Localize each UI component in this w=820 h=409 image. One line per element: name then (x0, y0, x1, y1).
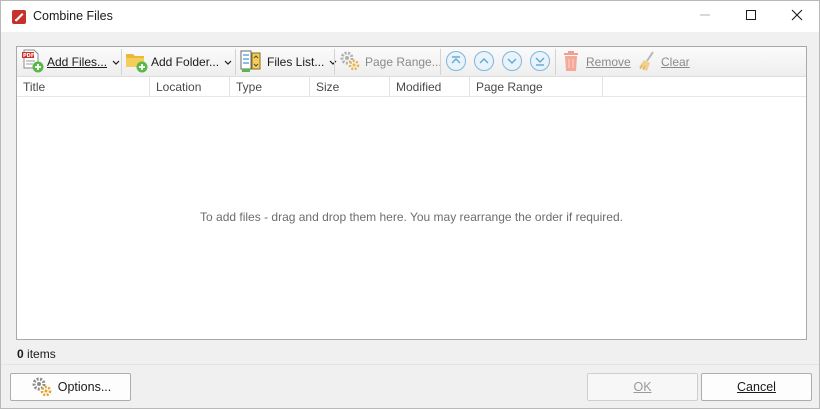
add-files-label: Add Files... (47, 55, 108, 69)
gears-icon (30, 375, 54, 399)
item-count-suffix: items (27, 347, 56, 361)
page-range-button[interactable]: Page Range... (338, 49, 442, 75)
ok-label: OK (633, 380, 652, 394)
column-header-size[interactable]: Size (310, 77, 390, 97)
combine-files-dialog: Combine Files PDF Add Files... Add Folde… (0, 0, 820, 409)
chevron-down-icon (112, 55, 120, 69)
toolbar: PDF Add Files... Add Folder... Files Lis… (17, 47, 806, 77)
options-button[interactable]: Options... (10, 373, 131, 401)
page-range-label: Page Range... (365, 55, 442, 69)
move-to-bottom-button[interactable] (529, 49, 551, 75)
files-panel: PDF Add Files... Add Folder... Files Lis… (16, 46, 807, 340)
column-header-modified[interactable]: Modified (390, 77, 470, 97)
toolbar-separator (121, 49, 122, 75)
add-folder-button[interactable]: Add Folder... (125, 49, 232, 75)
pdf-app-icon (11, 9, 27, 25)
files-list-button[interactable]: Files List... (239, 49, 337, 75)
column-header-title[interactable]: Title (17, 77, 150, 97)
file-list-header: Title Location Type Size Modified Page R… (17, 77, 806, 97)
close-button[interactable] (774, 1, 820, 32)
toolbar-separator (555, 49, 556, 75)
files-list-icon (239, 49, 263, 76)
move-to-top-icon (445, 50, 467, 75)
options-label: Options... (57, 380, 112, 394)
remove-button[interactable]: Remove (560, 49, 631, 75)
add-pdf-file-icon: PDF (21, 49, 45, 76)
footer-divider (1, 364, 819, 365)
move-to-top-button[interactable] (445, 49, 467, 75)
move-up-button[interactable] (473, 49, 495, 75)
toolbar-separator (334, 49, 335, 75)
move-down-button[interactable] (501, 49, 523, 75)
column-header-location[interactable]: Location (150, 77, 230, 97)
maximize-button[interactable] (728, 1, 774, 32)
close-icon (791, 9, 803, 24)
clear-label: Clear (661, 55, 690, 69)
item-count-number: 0 (17, 347, 24, 361)
column-header-page-range[interactable]: Page Range (470, 77, 603, 97)
clear-button[interactable]: Clear (636, 49, 690, 75)
add-folder-icon (125, 49, 149, 76)
trash-icon (560, 50, 582, 75)
add-folder-label: Add Folder... (151, 55, 220, 69)
window-title: Combine Files (33, 9, 113, 23)
item-count: 0 items (17, 347, 56, 361)
toolbar-separator (235, 49, 236, 75)
minimize-button[interactable] (682, 1, 728, 32)
cancel-label: Cancel (737, 380, 776, 394)
svg-text:PDF: PDF (23, 53, 34, 59)
move-to-bottom-icon (529, 50, 551, 75)
broom-icon (636, 50, 658, 75)
remove-label: Remove (586, 55, 631, 69)
column-header-type[interactable]: Type (230, 77, 310, 97)
files-list-label: Files List... (267, 55, 325, 69)
move-down-icon (501, 50, 523, 75)
drop-hint: To add files - drag and drop them here. … (200, 210, 623, 224)
ok-button[interactable]: OK (587, 373, 698, 401)
title-bar: Combine Files (1, 1, 819, 32)
cancel-button[interactable]: Cancel (701, 373, 812, 401)
toolbar-separator (440, 49, 441, 75)
add-files-button[interactable]: PDF Add Files... (21, 49, 120, 75)
gears-icon (338, 49, 362, 76)
move-up-icon (473, 50, 495, 75)
maximize-icon (745, 9, 757, 24)
minimize-icon (699, 9, 711, 24)
chevron-down-icon (224, 55, 232, 69)
